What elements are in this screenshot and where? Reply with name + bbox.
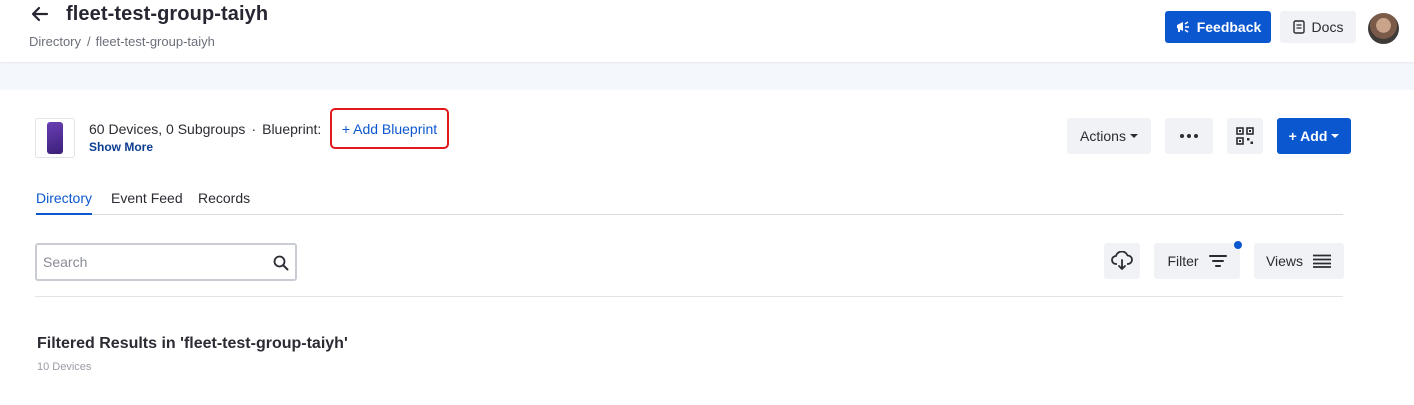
summary-separator: · (251, 121, 257, 137)
breadcrumb-separator: / (87, 34, 91, 49)
page-title: fleet-test-group-taiyh (66, 3, 269, 25)
views-button[interactable]: Views (1254, 243, 1344, 279)
add-blueprint-label: + Add Blueprint (341, 120, 438, 137)
feedback-label: Feedback (1196, 19, 1262, 35)
docs-label: Docs (1311, 19, 1344, 35)
qr-code-icon (1236, 127, 1254, 145)
qr-code-button[interactable] (1227, 118, 1263, 154)
breadcrumb-item-current: fleet-test-group-taiyh (95, 34, 215, 49)
summary-counts: 60 Devices, 0 Subgroups (89, 121, 246, 137)
download-button[interactable] (1104, 243, 1140, 279)
top-bar: fleet-test-group-taiyh Directory / fleet-t… (0, 0, 1414, 62)
results-title: Filtered Results in 'fleet-test-group-ta… (37, 335, 348, 352)
book-icon (1292, 20, 1305, 34)
caret-down-icon (1331, 134, 1340, 138)
actions-dropdown[interactable]: Actions (1067, 118, 1151, 154)
search-input[interactable] (43, 253, 263, 271)
list-icon (1313, 254, 1332, 268)
add-label: + Add (1288, 128, 1328, 144)
views-label: Views (1265, 253, 1304, 269)
more-options-button[interactable] (1165, 118, 1213, 154)
phone-icon (47, 122, 63, 154)
header-band (0, 62, 1414, 90)
feedback-button[interactable]: Feedback (1165, 11, 1271, 43)
breadcrumb-item-directory[interactable]: Directory (29, 34, 81, 49)
group-summary: 60 Devices, 0 Subgroups · Blueprint: (89, 121, 321, 137)
cloud-download-icon (1111, 251, 1133, 270)
caret-down-icon (1129, 134, 1138, 138)
blueprint-label: Blueprint: (262, 121, 322, 137)
arrow-left-icon[interactable] (30, 4, 50, 24)
tab-bar: Directory Event Feed Records (35, 186, 1343, 215)
search-icon[interactable] (273, 255, 289, 271)
divider (35, 296, 1343, 297)
filter-button[interactable]: Filter (1154, 243, 1240, 279)
ellipsis-icon (1180, 134, 1198, 138)
filter-icon (1208, 255, 1227, 267)
add-blueprint-button[interactable]: + Add Blueprint (330, 108, 449, 149)
megaphone-icon (1176, 21, 1189, 33)
avatar[interactable] (1368, 13, 1399, 44)
add-button[interactable]: + Add (1277, 118, 1351, 154)
tab-event-feed[interactable]: Event Feed (111, 190, 183, 215)
tab-directory[interactable]: Directory (36, 190, 93, 215)
actions-label: Actions (1080, 128, 1126, 144)
results-count: 10 Devices (37, 361, 92, 373)
filter-active-indicator (1234, 241, 1242, 249)
docs-button[interactable]: Docs (1280, 11, 1356, 43)
device-thumbnail (35, 118, 75, 158)
show-more-link[interactable]: Show More (89, 140, 153, 154)
filter-label: Filter (1167, 253, 1199, 269)
tab-records[interactable]: Records (198, 190, 250, 215)
search-box (35, 243, 297, 281)
breadcrumb: Directory / fleet-test-group-taiyh (29, 34, 215, 49)
